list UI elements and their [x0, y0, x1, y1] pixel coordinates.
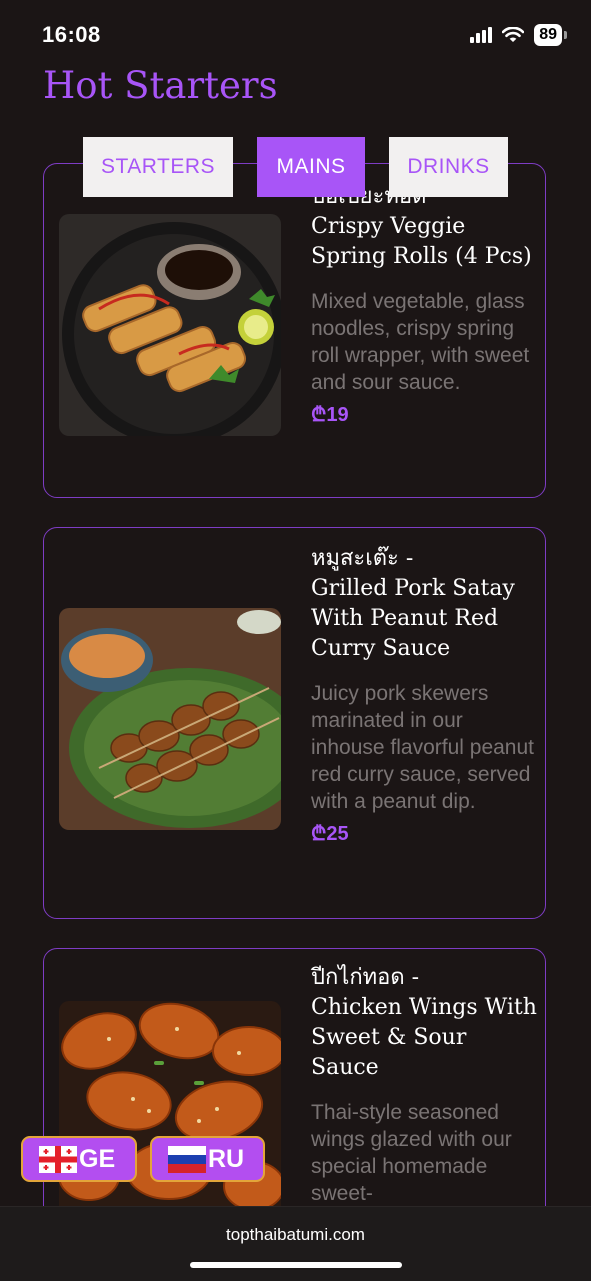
url-text[interactable]: topthaibatumi.com [0, 1225, 591, 1245]
dish-title: Crispy Veggie Spring Rolls (4 Pcs) [311, 214, 532, 269]
menu-item-card[interactable]: ปอเปี๊ยะทอด Crispy Veggie Spring Rolls (… [43, 163, 546, 498]
page-title: Hot Starters [43, 64, 278, 107]
home-indicator[interactable] [190, 1262, 402, 1268]
dish-image-chicken-wings [59, 1001, 281, 1223]
wifi-icon [502, 27, 525, 42]
dish-title-thai: หมูสะเต๊ะ - [311, 546, 414, 571]
language-button-ru[interactable]: RU [150, 1136, 265, 1182]
dish-info: ปอเปี๊ยะทอด Crispy Veggie Spring Rolls (… [311, 182, 539, 427]
menu-item-card[interactable]: ปีกไก่ทอด - Chicken Wings With Sweet & S… [43, 948, 546, 1248]
category-tabs: STARTERS MAINS DRINKS [83, 137, 508, 197]
dish-info: หมูสะเต๊ะ - Grilled Pork Satay With Pean… [311, 544, 539, 846]
language-button-ge[interactable]: GE [21, 1136, 137, 1182]
dish-title: Grilled Pork Satay With Peanut Red Curry… [311, 576, 515, 661]
dish-title: Chicken Wings With Sweet & Sour Sauce [311, 995, 537, 1080]
dish-description: Juicy pork skewers marinated in our inho… [311, 682, 534, 813]
language-label-ge: GE [79, 1144, 116, 1173]
battery-indicator: 89 [534, 24, 567, 46]
browser-url-bar[interactable]: topthaibatumi.com [0, 1206, 591, 1281]
dish-info: ปีกไก่ทอด - Chicken Wings With Sweet & S… [311, 963, 539, 1207]
dish-price: ₾19 [311, 404, 349, 426]
status-time: 16:08 [42, 22, 101, 47]
dish-description: Thai-style seasoned wings glazed with ou… [311, 1101, 512, 1205]
dish-title-thai: ปีกไก่ทอด - [311, 965, 420, 990]
language-label-ru: RU [208, 1144, 245, 1173]
russia-flag-icon [168, 1145, 206, 1173]
status-icons: 89 [470, 24, 567, 46]
battery-level: 89 [534, 24, 562, 46]
status-bar: 16:08 89 [0, 0, 591, 70]
battery-tip [564, 31, 567, 39]
tab-mains[interactable]: MAINS [257, 137, 365, 197]
georgia-flag-icon [39, 1145, 77, 1173]
dish-image-spring-rolls [59, 214, 281, 436]
cellular-signal-icon [470, 27, 493, 43]
dish-image-pork-satay [59, 608, 281, 830]
tab-drinks[interactable]: DRINKS [389, 137, 508, 197]
dish-price: ₾25 [311, 823, 349, 845]
dish-description: Mixed vegetable, glass noodles, crispy s… [311, 290, 530, 394]
tab-starters[interactable]: STARTERS [83, 137, 233, 197]
menu-item-card[interactable]: หมูสะเต๊ะ - Grilled Pork Satay With Pean… [43, 527, 546, 919]
